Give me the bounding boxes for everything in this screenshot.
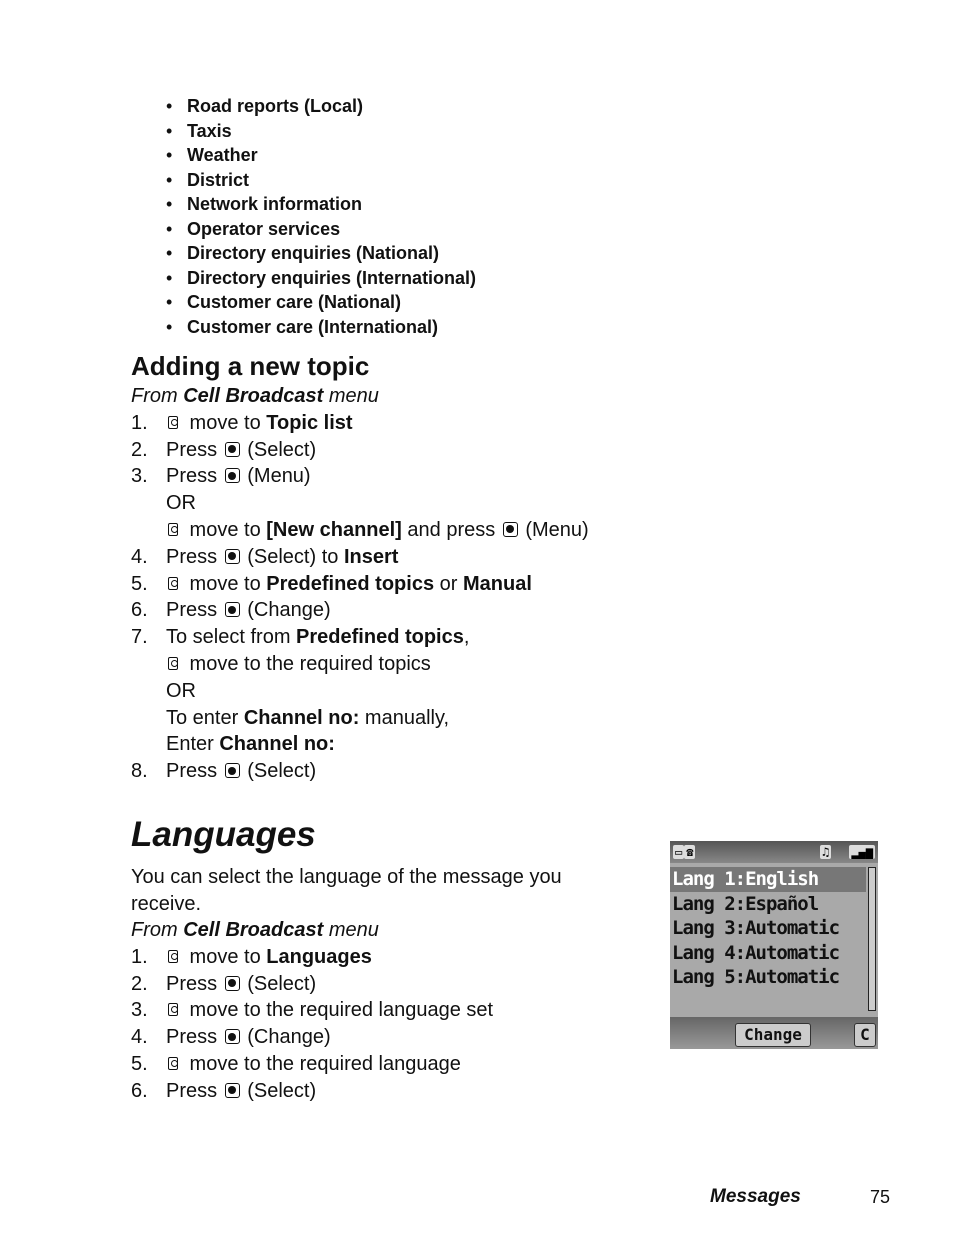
language-item[interactable]: Lang 4:Automatic: [670, 941, 866, 966]
language-list: Lang 1:English Lang 2:Español Lang 3:Aut…: [670, 867, 866, 990]
select-key-icon: [224, 975, 240, 991]
navigation-key-icon: [166, 413, 180, 431]
signal-icon: ▂▄▆: [849, 845, 875, 859]
step-1: 1. move to Languages: [131, 945, 372, 968]
step-7: 7. To select from Predefined topics,: [131, 626, 470, 649]
from-menu-line: From Cell Broadcast menu: [131, 385, 379, 407]
select-key-icon: [224, 602, 240, 618]
step-3-alt: move to [New channel] and press (Menu): [131, 517, 589, 544]
item-text: Taxis: [187, 120, 232, 141]
adding-topic-heading: Adding a new topic: [131, 351, 370, 381]
from-menu-line: From Cell Broadcast menu: [131, 919, 379, 941]
languages-section: From Cell Broadcast menu 1. move to Lang…: [131, 917, 493, 1105]
step-7-or: OR: [166, 679, 196, 702]
step-7-enter: Enter Channel no:: [166, 733, 335, 756]
phone-screenshot: ▭ ☎ ♫ ▂▄▆ Lang 1:English Lang 2:Español …: [670, 841, 878, 1049]
language-item[interactable]: Lang 1:English: [670, 867, 866, 892]
item-text: District: [187, 169, 250, 190]
step-4: 4. Press (Change): [131, 1026, 331, 1049]
step-6: 6. Press (Change): [131, 599, 331, 622]
list-item: • Directory enquiries (International): [166, 267, 477, 288]
list-item: • Weather: [166, 145, 258, 165]
select-key-icon: [224, 763, 240, 779]
language-item[interactable]: Lang 5:Automatic: [670, 965, 866, 990]
change-softkey[interactable]: Change: [735, 1023, 811, 1047]
step-5: 5. move to Predefined topics or Manual: [131, 572, 532, 595]
step-3: 3. move to the required language set: [131, 999, 494, 1022]
page-number: 75: [870, 1187, 891, 1207]
step-6: 6. Press (Select): [131, 1079, 317, 1102]
step-7-manual: To enter Channel no: manually,: [166, 706, 450, 729]
list-item: • District: [166, 169, 250, 190]
step-2: 2. Press (Select): [131, 438, 317, 461]
line-icon: ☎: [684, 845, 696, 859]
step-8: 8. Press (Select): [131, 760, 317, 783]
languages-heading: Languages: [131, 815, 316, 854]
ringtone-icon: ♫: [820, 845, 832, 859]
list-item: • Taxis: [166, 120, 232, 141]
select-key-icon: [224, 468, 240, 484]
select-key-icon: [224, 1082, 240, 1098]
navigation-key-icon: [166, 1000, 180, 1018]
adding-topic-section: From Cell Broadcast menu 1. move to Topi…: [131, 383, 589, 785]
language-item[interactable]: Lang 2:Español: [670, 892, 866, 917]
footer-section-title: Messages: [710, 1186, 801, 1207]
item-text: Road reports (Local): [187, 96, 364, 116]
scrollbar[interactable]: [868, 867, 876, 1011]
navigation-key-icon: [166, 574, 180, 592]
step-2: 2. Press (Select): [131, 972, 317, 995]
list-item: • Road reports (Local): [166, 96, 364, 116]
item-text: Operator services: [187, 218, 341, 239]
list-item: • Customer care (National): [166, 292, 402, 312]
step-3: 3. Press (Menu): [131, 465, 311, 488]
step-1: 1. move to Topic list: [131, 411, 353, 434]
list-item: • Operator services: [166, 218, 341, 239]
item-text: Customer care (National): [187, 292, 402, 312]
list-item: • Network information: [166, 194, 363, 214]
language-item[interactable]: Lang 3:Automatic: [670, 916, 866, 941]
message-icon: ▭: [673, 845, 685, 859]
step-3-or: OR: [166, 492, 196, 515]
step-4: 4. Press (Select) to Insert: [131, 545, 399, 568]
languages-intro: You can select the language of the messa…: [131, 866, 562, 915]
item-text: Weather: [187, 145, 258, 165]
item-text: Customer care (International): [187, 316, 439, 337]
navigation-key-icon: [166, 1054, 180, 1072]
list-item: • Customer care (International): [166, 316, 439, 337]
navigation-key-icon: [166, 947, 180, 965]
topic-list: • Road reports (Local) • Taxis • Weather • D…: [166, 94, 476, 339]
select-key-icon: [224, 1029, 240, 1045]
navigation-key-icon: [166, 654, 180, 672]
status-bar: ▭ ☎ ♫ ▂▄▆: [670, 841, 878, 863]
step-5: 5. move to the required language: [131, 1052, 461, 1075]
select-key-icon: [224, 441, 240, 457]
navigation-key-icon: [166, 520, 180, 538]
clear-softkey[interactable]: C: [854, 1023, 876, 1047]
list-item: • Directory enquiries (National): [166, 243, 440, 263]
select-key-icon: [224, 548, 240, 564]
softkey-bar: Change C: [670, 1017, 878, 1049]
item-text: Network information: [187, 194, 363, 214]
item-text: Directory enquiries (International): [187, 267, 477, 288]
item-text: Directory enquiries (National): [187, 243, 440, 263]
step-7-nav: move to the required topics: [131, 651, 589, 678]
select-key-icon: [502, 521, 518, 537]
